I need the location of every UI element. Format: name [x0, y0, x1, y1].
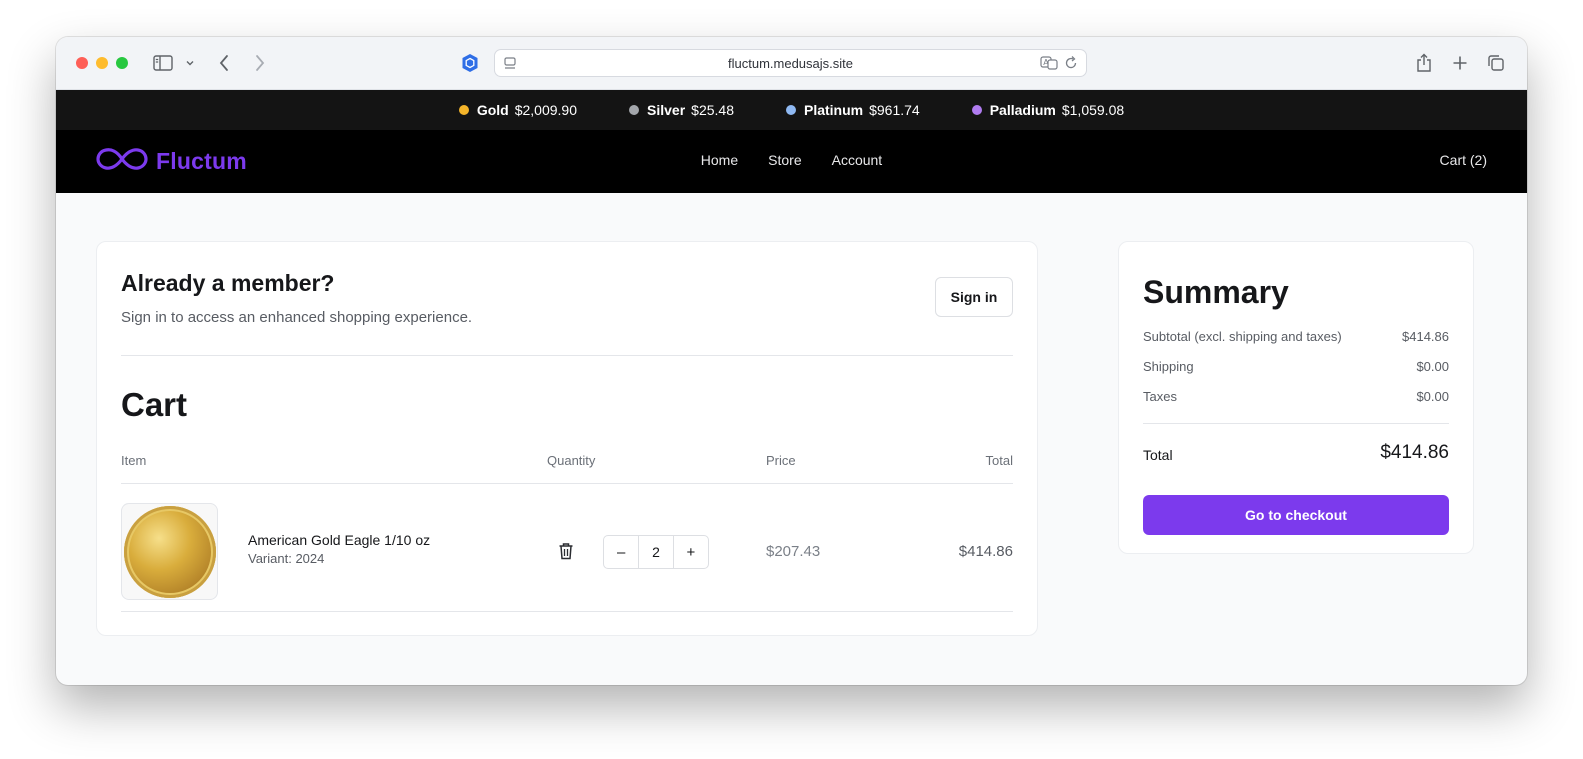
subtotal-label: Subtotal (excl. shipping and taxes) [1143, 329, 1342, 344]
silver-dot-icon [629, 105, 640, 115]
zoom-window-button[interactable] [116, 57, 128, 69]
close-window-button[interactable] [76, 57, 88, 69]
taxes-row: Taxes $0.00 [1143, 389, 1449, 404]
translate-icon[interactable]: A [1040, 56, 1058, 75]
main-nav: Home Store Account [56, 152, 1527, 168]
gold-coin-image [123, 505, 216, 598]
nav-link-store[interactable]: Store [768, 152, 801, 168]
back-arrow-icon[interactable] [214, 52, 234, 74]
minimize-window-button[interactable] [96, 57, 108, 69]
increase-quantity-button[interactable]: + [674, 536, 708, 568]
shipping-value: $0.00 [1416, 359, 1449, 374]
quantity-value[interactable]: 2 [638, 536, 674, 568]
shipping-row: Shipping $0.00 [1143, 359, 1449, 374]
palladium-dot-icon [971, 105, 982, 115]
line-total: $414.86 [958, 543, 1013, 560]
section-divider [121, 355, 1013, 356]
metal-price-ticker: Gold $2,009.90 Silver $25.48 Platinum $9… [56, 90, 1527, 130]
ticker-item-gold: Gold $2,009.90 [458, 102, 578, 118]
product-thumbnail[interactable] [121, 503, 218, 600]
total-label: Total [1143, 447, 1173, 463]
cart-card: Already a member? Sign in to access an e… [96, 241, 1038, 636]
nav-link-home[interactable]: Home [701, 152, 738, 168]
cart-link[interactable]: Cart (2) [1440, 152, 1487, 168]
chevron-down-icon[interactable] [183, 52, 197, 74]
browser-window: fluctum.medusajs.site A Gold $2,009.90 S… [56, 37, 1527, 685]
sidebar-icon[interactable] [152, 52, 174, 74]
cart-heading: Cart [121, 386, 188, 423]
total-value: $414.86 [1380, 442, 1449, 463]
trash-icon[interactable] [558, 542, 574, 560]
quantity-stepper: – 2 + [603, 535, 709, 569]
subtotal-value: $414.86 [1402, 329, 1449, 344]
column-header-quantity: Quantity [547, 453, 596, 468]
metal-name: Gold [476, 102, 509, 118]
summary-heading: Summary [1143, 274, 1289, 310]
checkout-button[interactable]: Go to checkout [1143, 495, 1449, 535]
subtotal-row: Subtotal (excl. shipping and taxes) $414… [1143, 329, 1449, 344]
forward-arrow-icon[interactable] [250, 52, 270, 74]
column-header-item: Item [121, 453, 147, 468]
taxes-value: $0.00 [1416, 389, 1449, 404]
ticker-item-platinum: Platinum $961.74 [785, 102, 920, 118]
member-heading: Already a member? [121, 270, 335, 296]
gold-dot-icon [458, 105, 469, 115]
url-text: fluctum.medusajs.site [728, 56, 853, 71]
metal-price: $1,059.08 [1061, 102, 1125, 118]
table-row-divider [121, 611, 1013, 612]
metal-name: Platinum [803, 102, 864, 118]
table-header-divider [121, 483, 1013, 484]
reload-icon[interactable] [1064, 55, 1078, 76]
browser-toolbar: fluctum.medusajs.site A [56, 37, 1527, 90]
share-icon[interactable] [1413, 52, 1435, 74]
metal-price: $961.74 [869, 102, 920, 118]
metal-price: $25.48 [691, 102, 734, 118]
member-subtitle: Sign in to access an enhanced shopping e… [121, 309, 473, 326]
summary-divider [1143, 423, 1449, 424]
taxes-label: Taxes [1143, 389, 1177, 404]
metal-price: $2,009.90 [514, 102, 578, 118]
nav-link-account[interactable]: Account [832, 152, 883, 168]
site-header: Fluctum Home Store Account Cart (2) [56, 130, 1527, 193]
summary-card: Summary Subtotal (excl. shipping and tax… [1118, 241, 1474, 554]
sign-in-button[interactable]: Sign in [935, 277, 1013, 317]
ticker-item-palladium: Palladium $1,059.08 [971, 102, 1125, 118]
address-bar[interactable]: fluctum.medusajs.site A [494, 49, 1087, 77]
decrease-quantity-button[interactable]: – [604, 536, 638, 568]
column-header-total: Total [985, 453, 1013, 468]
tab-overview-icon[interactable] [1485, 52, 1507, 74]
extension-shield-icon[interactable] [459, 52, 481, 74]
product-variant: Variant: 2024 [248, 551, 325, 566]
product-name[interactable]: American Gold Eagle 1/10 oz [248, 532, 430, 548]
metal-name: Palladium [989, 102, 1056, 118]
ticker-item-silver: Silver $25.48 [629, 102, 734, 118]
unit-price: $207.43 [766, 543, 821, 560]
platinum-dot-icon [785, 105, 796, 115]
new-tab-icon[interactable] [1449, 52, 1471, 74]
metal-name: Silver [647, 102, 686, 118]
shipping-label: Shipping [1143, 359, 1194, 374]
column-header-price: Price [766, 453, 796, 468]
